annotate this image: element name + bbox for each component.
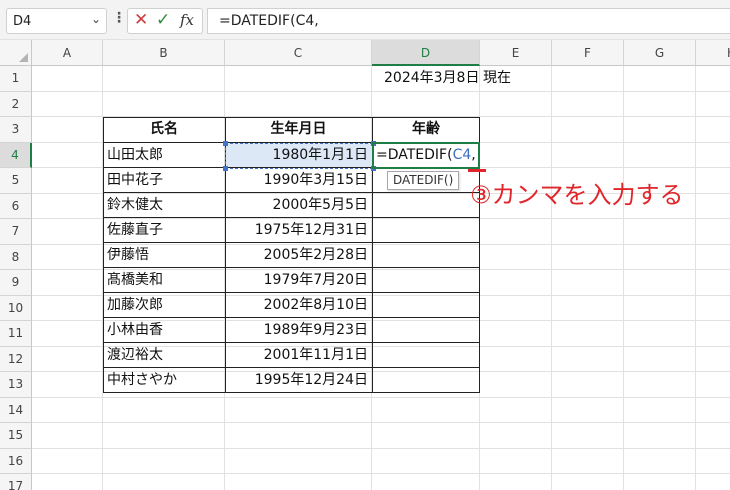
row-header-10[interactable]: 10 <box>0 295 32 321</box>
worksheet-grid: ABCDEFGH 1234567891011121314151617 2024年… <box>0 40 730 490</box>
row-header-9[interactable]: 9 <box>0 270 32 296</box>
resize-handle[interactable] <box>223 141 228 146</box>
chevron-down-icon[interactable]: ⌄ <box>91 12 101 26</box>
row-header-14[interactable]: 14 <box>0 397 32 423</box>
formula-text: =DATEDIF(C4, <box>219 13 319 29</box>
formula-bar: D4 ⌄ ⋮ ✕ ✓ fx =DATEDIF(C4, <box>0 0 730 40</box>
row-header-3[interactable]: 3 <box>0 117 32 143</box>
row-header-15[interactable]: 15 <box>0 423 32 449</box>
table-row-divider <box>103 192 480 193</box>
row-header-2[interactable]: 2 <box>0 91 32 117</box>
row-header-5[interactable]: 5 <box>0 168 32 194</box>
row-header-8[interactable]: 8 <box>0 244 32 270</box>
row-header-17[interactable]: 17 <box>0 474 32 490</box>
formula-prefix: =DATEDIF( <box>376 147 453 163</box>
table-row-divider <box>103 217 480 218</box>
row-header-1[interactable]: 1 <box>0 66 32 92</box>
table-row-divider <box>103 267 480 268</box>
row-header-7[interactable]: 7 <box>0 219 32 245</box>
column-header-f[interactable]: F <box>552 40 624 66</box>
table-row-divider <box>103 317 480 318</box>
in-cell-formula[interactable]: =DATEDIF(C4, <box>376 143 476 168</box>
table-row-divider <box>103 242 480 243</box>
row-header-11[interactable]: 11 <box>0 321 32 347</box>
cancel-icon[interactable]: ✕ <box>134 10 148 30</box>
gridline-horizontal <box>32 422 730 423</box>
name-box[interactable]: D4 ⌄ <box>6 8 107 34</box>
gridline-vertical <box>695 66 696 490</box>
table-row-divider <box>103 342 480 343</box>
column-header-e[interactable]: E <box>480 40 552 66</box>
formula-buttons: ✕ ✓ fx <box>127 8 203 34</box>
insert-function-icon[interactable]: fx <box>180 11 194 29</box>
row-header-16[interactable]: 16 <box>0 448 32 474</box>
table-row-divider <box>103 292 480 293</box>
table-row-divider <box>103 392 480 393</box>
row-header-13[interactable]: 13 <box>0 372 32 398</box>
row-header-4[interactable]: 4 <box>0 142 32 168</box>
column-header-h[interactable]: H <box>696 40 730 66</box>
formula-input[interactable]: =DATEDIF(C4, <box>207 8 730 34</box>
enter-icon[interactable]: ✓ <box>156 10 170 30</box>
cell-d1[interactable]: 2024年3月8日 <box>380 66 479 91</box>
column-header-b[interactable]: B <box>103 40 225 66</box>
cell-e1[interactable]: 現在 <box>479 66 511 91</box>
reference-border <box>225 143 373 169</box>
column-header-c[interactable]: C <box>225 40 372 66</box>
table-row-divider <box>103 367 480 368</box>
gridline-horizontal <box>32 447 730 449</box>
row-header-6[interactable]: 6 <box>0 193 32 219</box>
column-header-a[interactable]: A <box>32 40 103 66</box>
annotation-text: ③カンマを入力する <box>470 181 684 209</box>
column-header-g[interactable]: G <box>624 40 696 66</box>
select-all-icon <box>19 53 28 62</box>
gridline-vertical <box>551 66 552 490</box>
formula-suffix: , <box>471 147 476 163</box>
name-box-value: D4 <box>13 14 32 29</box>
resize-handle[interactable] <box>223 166 228 171</box>
gridline-horizontal <box>32 396 730 398</box>
gridline-vertical <box>623 66 624 490</box>
formula-reference: C4 <box>452 147 472 163</box>
row-header-12[interactable]: 12 <box>0 346 32 372</box>
function-tooltip[interactable]: DATEDIF() <box>387 171 460 190</box>
comma-marker <box>468 169 486 172</box>
select-all-corner[interactable] <box>0 40 32 66</box>
more-options-icon[interactable]: ⋮ <box>112 10 126 26</box>
gridline-horizontal <box>32 473 730 474</box>
column-header-d[interactable]: D <box>372 40 480 66</box>
